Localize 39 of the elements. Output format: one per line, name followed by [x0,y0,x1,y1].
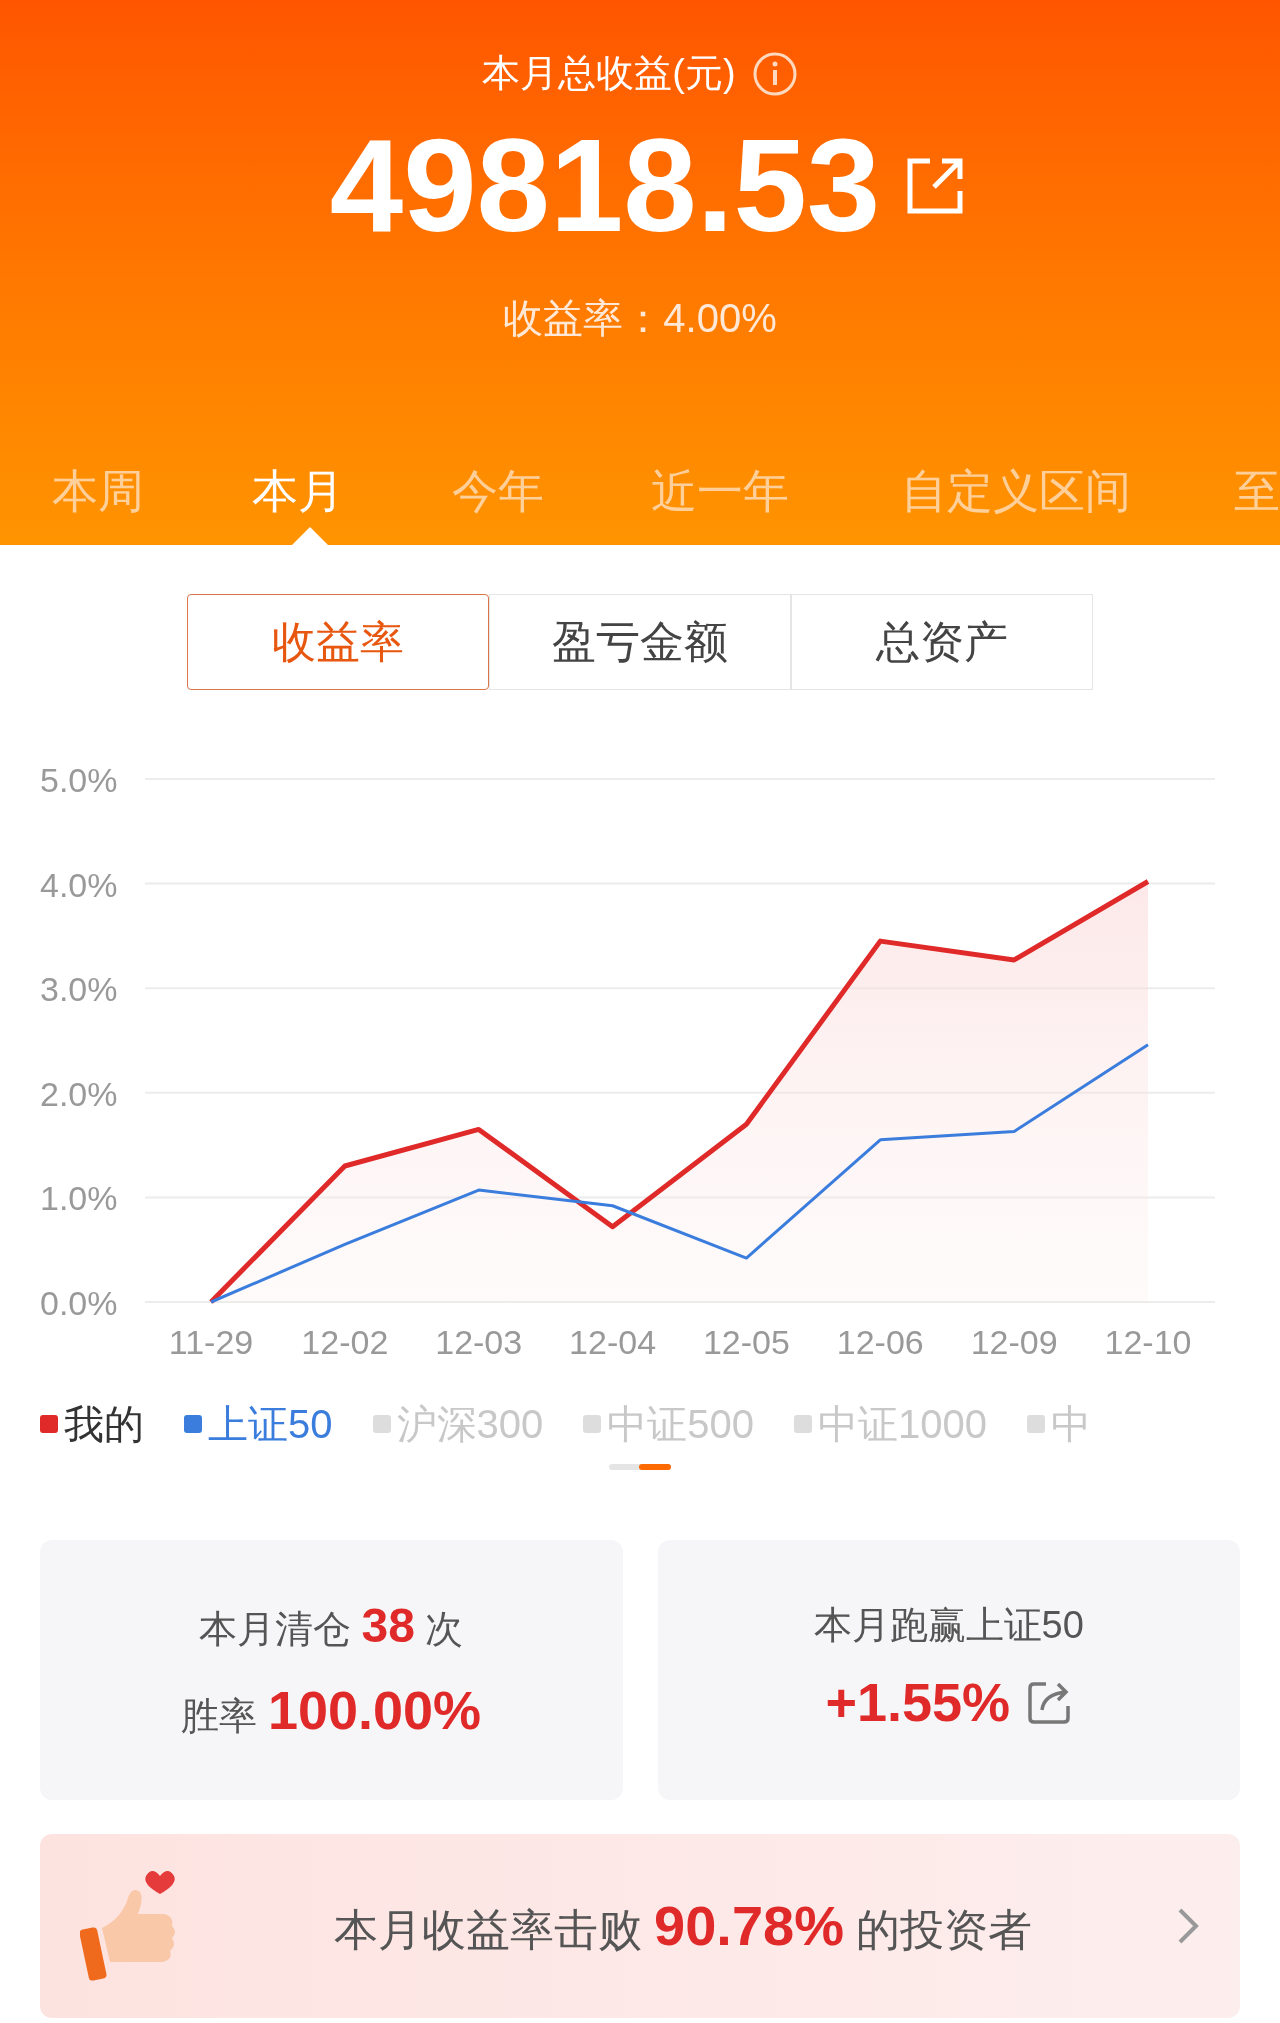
period-tab[interactable]: 至 [1234,457,1280,526]
x-axis-label: 12-06 [836,1323,924,1361]
x-axis-label: 12-10 [1104,1323,1192,1361]
period-tab[interactable]: 近一年 [651,457,789,526]
y-axis-label: 0.0% [40,1284,118,1322]
legend-item[interactable]: 上证50 [184,1394,333,1454]
stat-text: 本月跑赢上证50 [813,1603,1084,1648]
ranking-banner[interactable]: 本月收益率击败 90.78% 的投资者 [40,1834,1240,2018]
period-tab[interactable]: 本周 [52,457,144,526]
return-rate: 收益率：4.00% [503,295,777,342]
metric-tab[interactable]: 总资产 [791,594,1094,690]
scroll-indicator [609,1464,671,1470]
y-axis-label: 3.0% [40,970,118,1009]
ranking-text: 本月收益率击败 90.78% 的投资者 [332,1893,1034,1959]
x-axis-label: 12-02 [301,1323,389,1361]
y-axis-label: 1.0% [40,1179,118,1218]
period-tab[interactable]: 今年 [452,457,544,526]
header-title: 本月总收益(元) [482,51,736,96]
y-axis-label: 2.0% [40,1074,118,1113]
stat-text: +1.55% [825,1671,1011,1734]
selected-indicator [292,527,328,545]
metric-tab[interactable]: 收益率 [186,594,489,690]
y-axis-label: 5.0% [40,761,118,799]
x-axis-label: 12-03 [435,1323,523,1361]
y-axis-label: 4.0% [40,865,118,904]
period-tab[interactable]: 本月 [252,457,344,526]
metric-tab[interactable]: 盈亏金额 [488,594,792,690]
share-icon[interactable] [1026,1679,1073,1726]
chevron-right-icon [1176,1906,1200,1946]
total-amount: 49818.53 [329,120,881,252]
stat-text: 胜率 100.00% [181,1678,482,1742]
x-axis-label: 12-09 [970,1323,1058,1361]
stat-text: 本月清仓 38 次 [199,1597,464,1654]
x-axis-label: 12-05 [702,1323,790,1361]
legend-item[interactable]: 我的 [40,1394,144,1454]
info-icon[interactable] [751,50,798,97]
period-tab[interactable]: 自定义区间 [901,457,1131,526]
x-axis-label: 12-04 [569,1323,657,1361]
x-axis-label: 11-29 [168,1323,254,1361]
